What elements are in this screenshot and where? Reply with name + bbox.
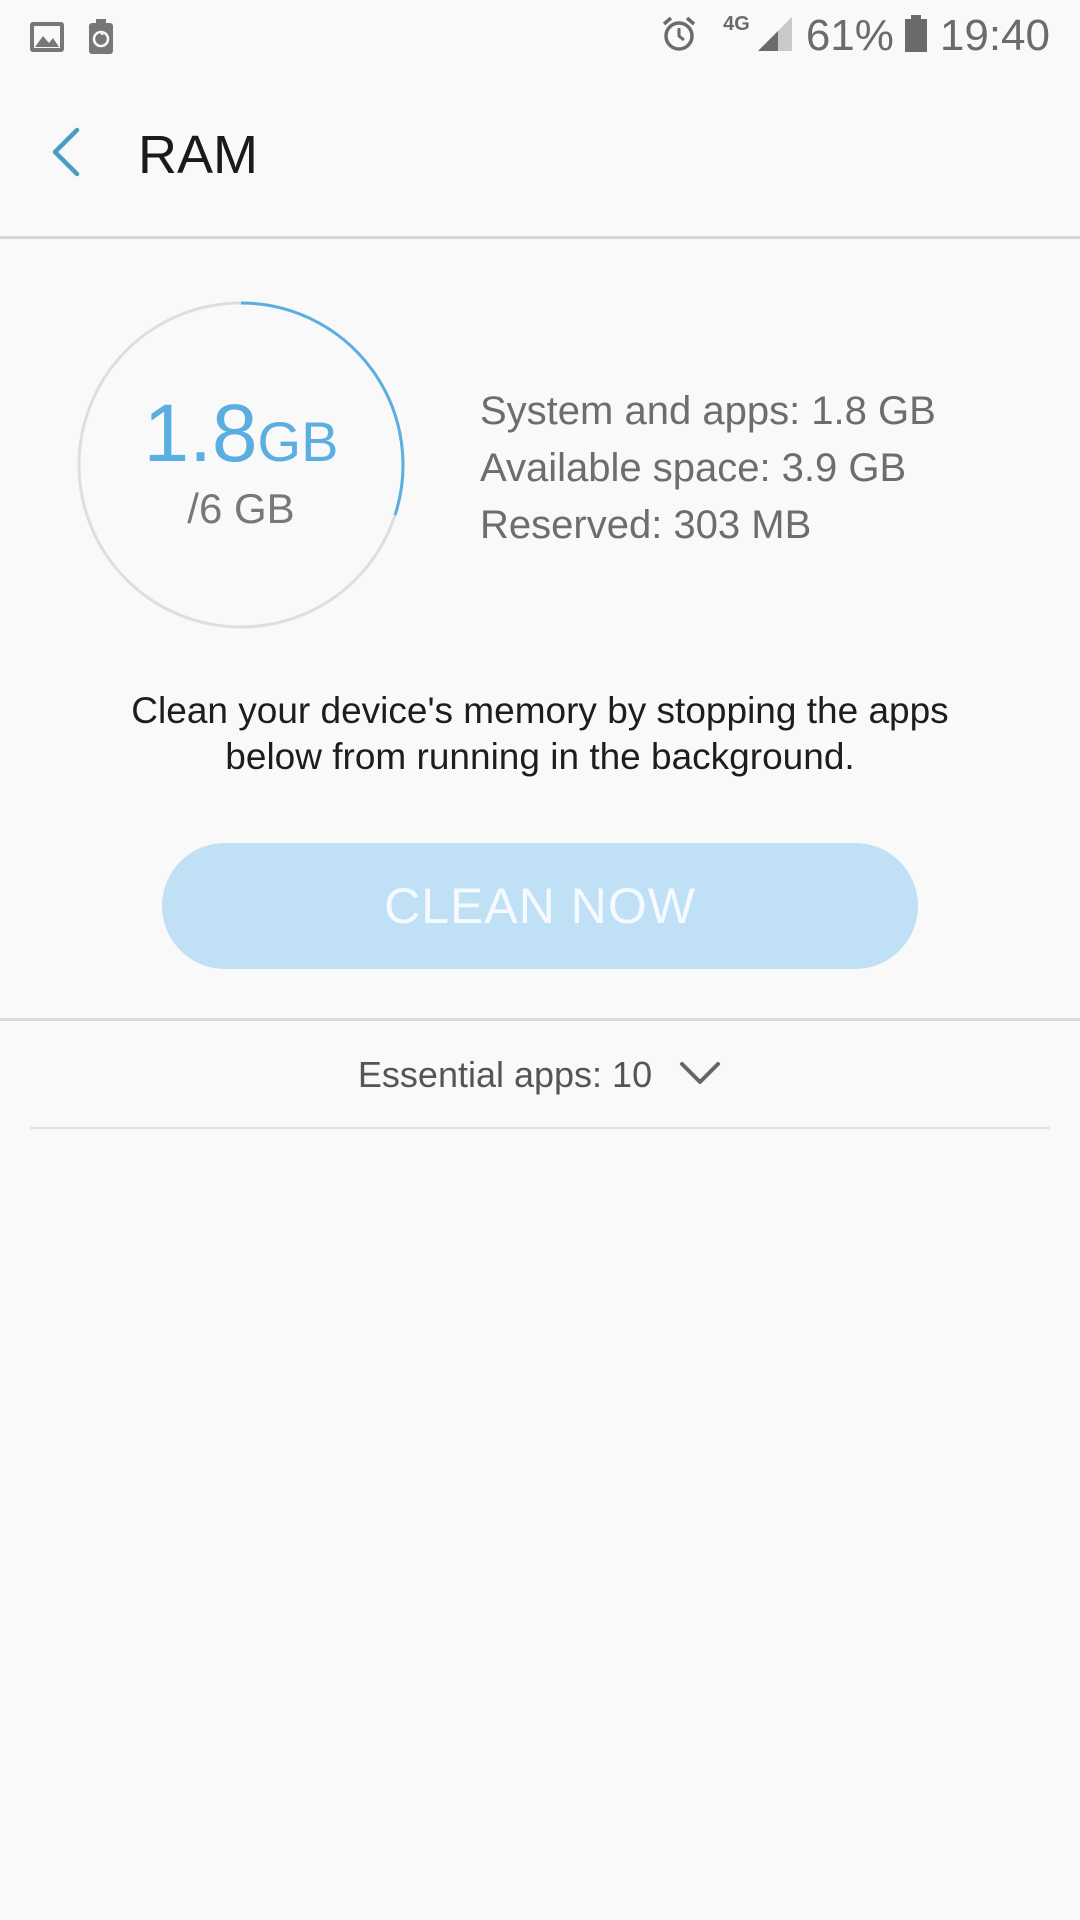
used-memory-value: 1.8 (143, 388, 258, 479)
reserved-text: Reserved: 303 MB (480, 503, 812, 547)
battery-icon (904, 14, 928, 59)
clock: 19:40 (939, 11, 1050, 60)
system-and-apps-text: System and apps: 1.8 GB (480, 389, 936, 433)
status-bar: 4G 61% 19:40 (0, 0, 1080, 72)
alarm-icon (661, 15, 697, 58)
signal-icon (756, 15, 794, 58)
memory-details: System and apps: 1.8 GB Available space:… (480, 383, 936, 554)
chevron-down-icon (680, 1062, 721, 1084)
gallery-icon (28, 18, 66, 56)
clean-now-button[interactable]: CLEAN NOW (162, 843, 918, 969)
list-divider (30, 1127, 1050, 1129)
section-divider (0, 1018, 1080, 1021)
total-memory: /6 GB (187, 485, 295, 532)
used-memory-unit: GB (257, 410, 339, 473)
essential-apps-label: Essential apps: 10 (357, 1054, 653, 1095)
memory-usage-ring: 1.8GB /6 GB (76, 300, 406, 630)
page-title: RAM (138, 125, 258, 185)
available-space-text: Available space: 3.9 GB (480, 446, 907, 490)
used-memory: 1.8GB (144, 393, 339, 475)
battery-saver-icon (86, 18, 124, 56)
back-button[interactable] (34, 112, 98, 192)
chevron-left-icon (52, 127, 80, 177)
clean-description: Clean your device's memory by stopping t… (131, 690, 949, 777)
app-bar: RAM (0, 72, 1080, 239)
essential-apps-toggle[interactable]: Essential apps: 10 (0, 1022, 1080, 1128)
battery-percent: 61% (805, 11, 894, 60)
network-type: 4G (723, 12, 750, 35)
ring-center: 1.8GB /6 GB (76, 300, 406, 630)
status-right-group: 4G 61% 19:40 (661, 8, 1050, 64)
